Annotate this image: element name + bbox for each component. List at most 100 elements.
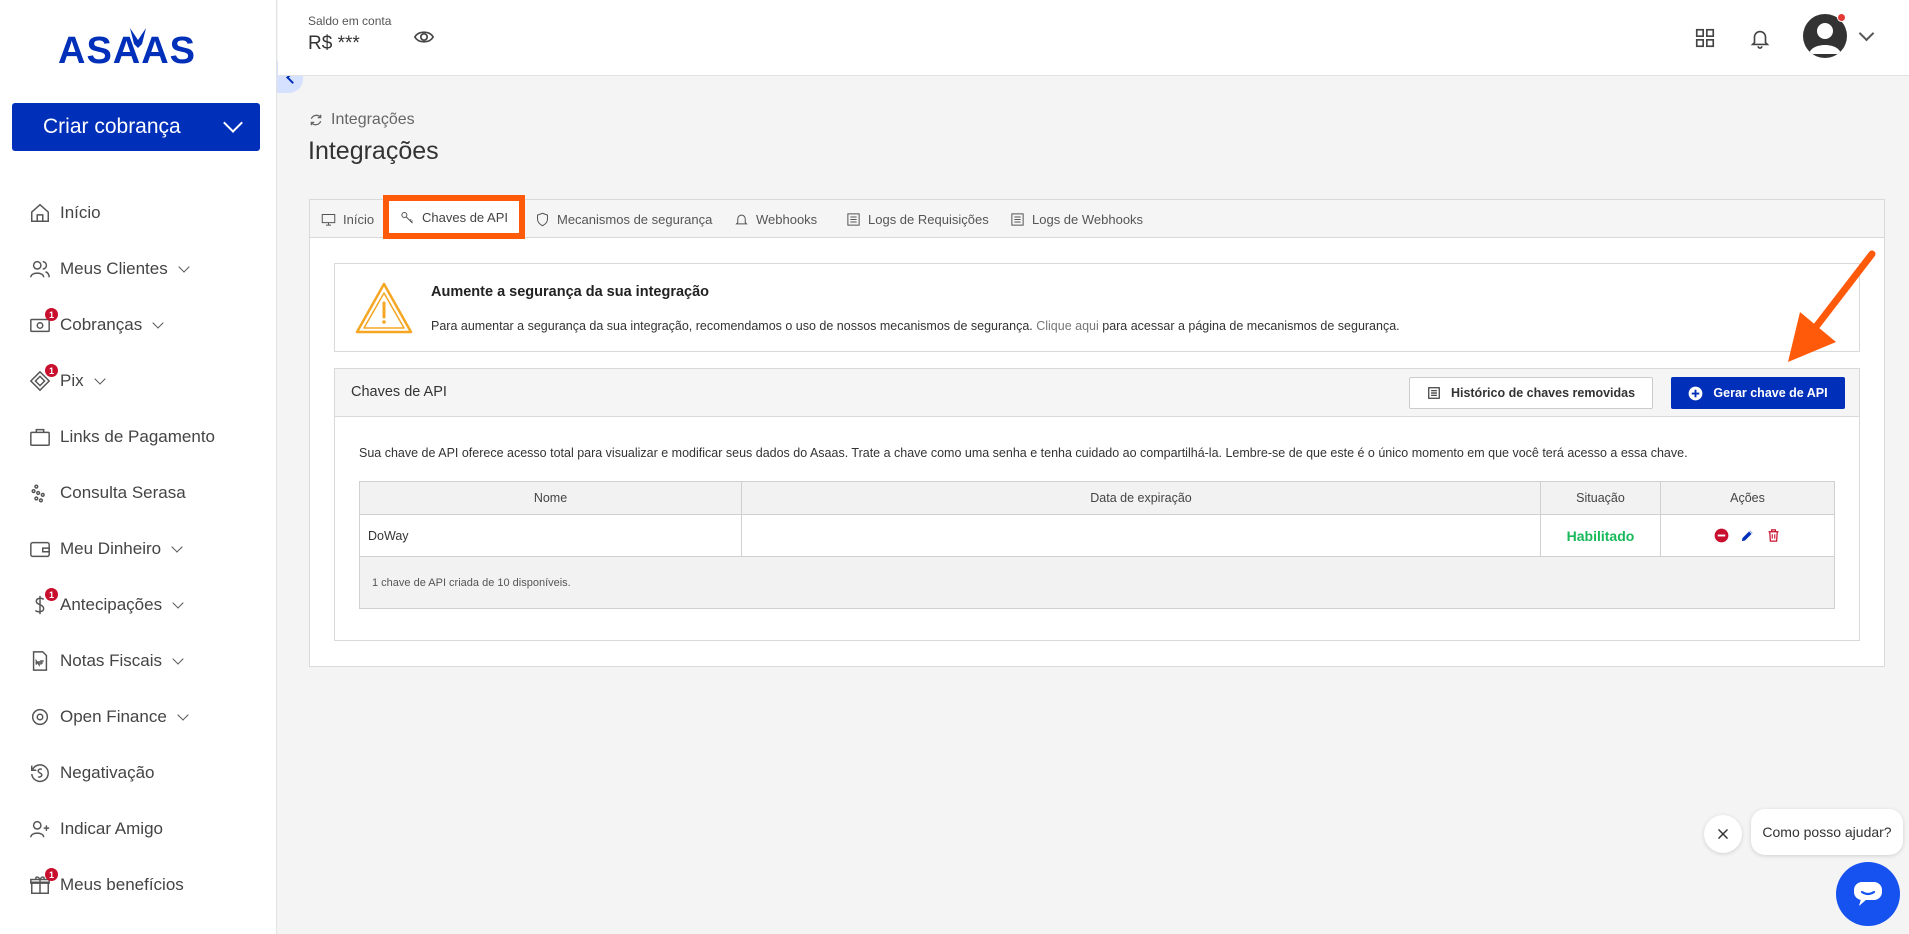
chat-prompt-bubble[interactable]: Como posso ajudar? — [1751, 809, 1903, 855]
sidebar-item-label: Pix — [60, 371, 84, 390]
delete-trash-icon[interactable] — [1766, 528, 1782, 544]
table-header-row: Nome Data de expiração Situação Ações — [360, 482, 1834, 514]
sidebar-item-label: Negativação — [60, 763, 155, 782]
eye-icon[interactable] — [413, 26, 435, 48]
list-icon — [1011, 212, 1024, 226]
apps-grid-icon[interactable] — [1694, 27, 1716, 49]
notification-badge: 1 — [45, 588, 58, 601]
top-header: Saldo em conta R$ *** — [278, 0, 1909, 76]
tab-label: Mecanismos de segurança — [557, 211, 713, 227]
breadcrumb: Integrações — [309, 111, 415, 129]
sidebar-item-negativacao[interactable]: Negativação — [0, 745, 276, 801]
add-user-icon — [28, 817, 52, 841]
tab-label: Logs de Webhooks — [1032, 211, 1144, 227]
tab-webhooks[interactable]: Webhooks — [734, 200, 817, 238]
tab-mecanismos-seguranca[interactable]: Mecanismos de segurança — [535, 200, 712, 238]
integrations-panel: Início Chaves de API Mecanismos de segur… — [309, 195, 1885, 667]
breadcrumb-item[interactable]: Integrações — [331, 111, 415, 129]
sidebar-item-antecipacoes[interactable]: 1 Antecipações — [0, 577, 276, 633]
bell-icon — [735, 214, 748, 224]
sidebar-item-label: Notas Fiscais — [60, 651, 163, 670]
shield-icon — [537, 212, 548, 226]
chat-close-button[interactable] — [1704, 815, 1742, 853]
api-keys-description: Sua chave de API oferece acesso total pa… — [359, 446, 1688, 460]
sidebar-nav: Início Meus Clientes 1 Cobranças 1 Pix L… — [0, 185, 276, 913]
list-icon — [847, 212, 860, 226]
column-header: Nome — [360, 482, 741, 514]
alert-text: Para aumentar a segurança da sua integra… — [431, 319, 1400, 333]
asaas-logo[interactable]: ASAAS — [58, 22, 218, 72]
table-footer: 1 chave de API criada de 10 disponíveis. — [360, 556, 1834, 608]
sidebar-item-label: Meu Dinheiro — [60, 539, 162, 558]
column-header: Situação — [1540, 482, 1660, 514]
sidebar-item-cobrancas[interactable]: 1 Cobranças — [0, 297, 276, 353]
tab-chaves-api[interactable]: Chaves de API — [383, 195, 525, 239]
sidebar-item-label: Início — [60, 203, 101, 222]
chat-open-button[interactable] — [1836, 862, 1900, 926]
tab-inicio[interactable]: Início — [321, 200, 374, 238]
notifications-bell-icon[interactable] — [1749, 26, 1771, 50]
api-keys-title: Chaves de API — [351, 384, 447, 400]
avatar-notification-dot — [1837, 13, 1846, 22]
monitor-icon — [321, 213, 336, 226]
sidebar-item-meu-dinheiro[interactable]: Meu Dinheiro — [0, 521, 276, 577]
sidebar-item-meus-clientes[interactable]: Meus Clientes — [0, 241, 276, 297]
sidebar-item-consulta-serasa[interactable]: Consulta Serasa — [0, 465, 276, 521]
sidebar-item-indicar-amigo[interactable]: Indicar Amigo — [0, 801, 276, 857]
chevron-down-icon — [177, 709, 189, 721]
table-row: DoWay Habilitado — [360, 514, 1834, 556]
alert-link[interactable]: Clique aqui — [1036, 319, 1099, 333]
chevron-down-icon — [178, 261, 190, 273]
chevron-down-icon[interactable] — [1858, 25, 1875, 42]
annotation-arrow-icon — [1788, 250, 1876, 362]
warning-icon — [355, 282, 413, 334]
history-button-label: Histórico de chaves removidas — [1450, 386, 1636, 400]
invoice-icon — [28, 649, 52, 673]
security-alert: Aumente a segurança da sua integração Pa… — [334, 263, 1860, 352]
refresh-icon — [310, 114, 322, 126]
briefcase-icon — [28, 425, 52, 449]
tab-bar: Início Chaves de API Mecanismos de segur… — [310, 195, 1884, 239]
notification-badge: 1 — [45, 868, 58, 881]
column-header: Data de expiração — [741, 482, 1540, 514]
alert-title: Aumente a segurança da sua integração — [431, 284, 710, 300]
sidebar-item-label: Indicar Amigo — [60, 819, 163, 838]
sidebar-item-inicio[interactable]: Início — [0, 185, 276, 241]
list-icon — [1428, 387, 1440, 399]
sidebar-item-meus-beneficios[interactable]: 1 Meus benefícios — [0, 857, 276, 913]
tab-label: Início — [343, 211, 375, 227]
key-name: DoWay — [360, 514, 741, 556]
sidebar-item-label: Open Finance — [60, 707, 167, 726]
key-expiration — [741, 514, 1540, 556]
edit-pencil-icon[interactable] — [1740, 528, 1756, 544]
serasa-icon — [28, 481, 52, 505]
close-icon — [1718, 829, 1728, 839]
alert-text-after: para acessar a página de mecanismos de s… — [1098, 319, 1400, 333]
chevron-down-icon — [171, 541, 183, 553]
sidebar-item-open-finance[interactable]: Open Finance — [0, 689, 276, 745]
api-keys-header: Chaves de API Histórico de chaves removi… — [335, 369, 1859, 417]
plus-circle-icon — [1689, 386, 1703, 400]
sidebar-item-label: Links de Pagamento — [60, 427, 215, 446]
tab-label: Chaves de API — [422, 209, 508, 225]
sidebar-item-links-pagamento[interactable]: Links de Pagamento — [0, 409, 276, 465]
removed-keys-history-button[interactable]: Histórico de chaves removidas — [1409, 377, 1653, 409]
generate-api-key-button[interactable]: Gerar chave de API — [1671, 377, 1845, 409]
api-keys-section: Chaves de API Histórico de chaves removi… — [334, 368, 1860, 641]
tab-logs-webhooks[interactable]: Logs de Webhooks — [1010, 200, 1143, 238]
sidebar-item-label: Antecipações — [60, 595, 163, 614]
status-badge: Habilitado — [1566, 527, 1635, 544]
sidebar-item-pix[interactable]: 1 Pix — [0, 353, 276, 409]
chevron-down-icon — [152, 317, 164, 329]
create-charge-button[interactable]: Criar cobrança — [12, 103, 260, 151]
sidebar-item-notas-fiscais[interactable]: Notas Fiscais — [0, 633, 276, 689]
balance-label: Saldo em conta — [308, 14, 392, 28]
tab-logs-requisicoes[interactable]: Logs de Requisições — [846, 200, 989, 238]
logo-text: ASAAS — [58, 30, 197, 72]
sidebar-item-label: Consulta Serasa — [60, 483, 186, 502]
alert-text-before: Para aumentar a segurança da sua integra… — [431, 319, 1037, 333]
tab-label: Webhooks — [756, 211, 818, 227]
page-title: Integrações — [308, 137, 439, 165]
balance-value: R$ *** — [308, 33, 360, 54]
disable-key-icon[interactable] — [1714, 528, 1730, 544]
